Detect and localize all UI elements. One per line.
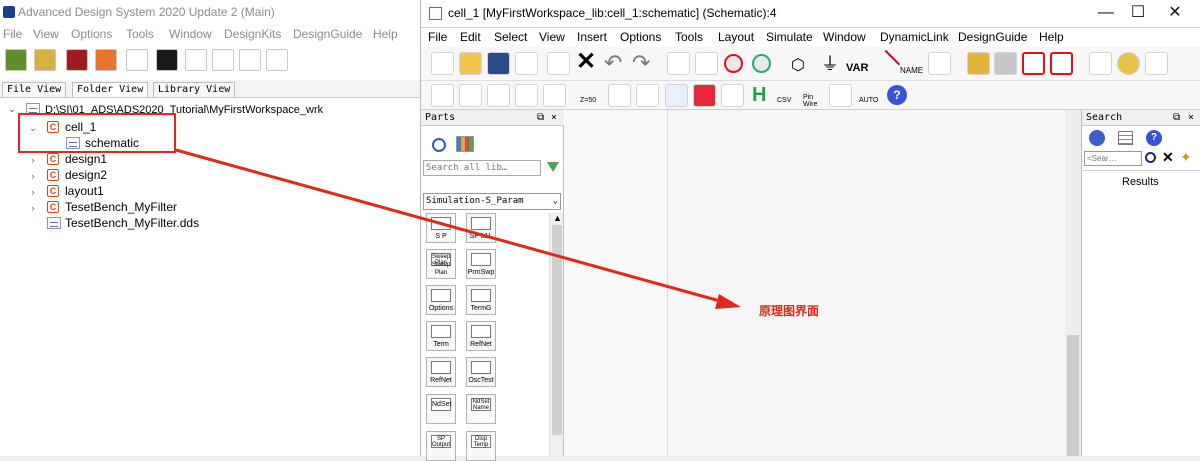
schematic-annotation-label: 原理图界面 — [759, 304, 820, 318]
annotation-arrow-line — [175, 148, 721, 303]
annotation-arrow — [175, 148, 741, 309]
annotation-arrowhead — [715, 294, 741, 309]
